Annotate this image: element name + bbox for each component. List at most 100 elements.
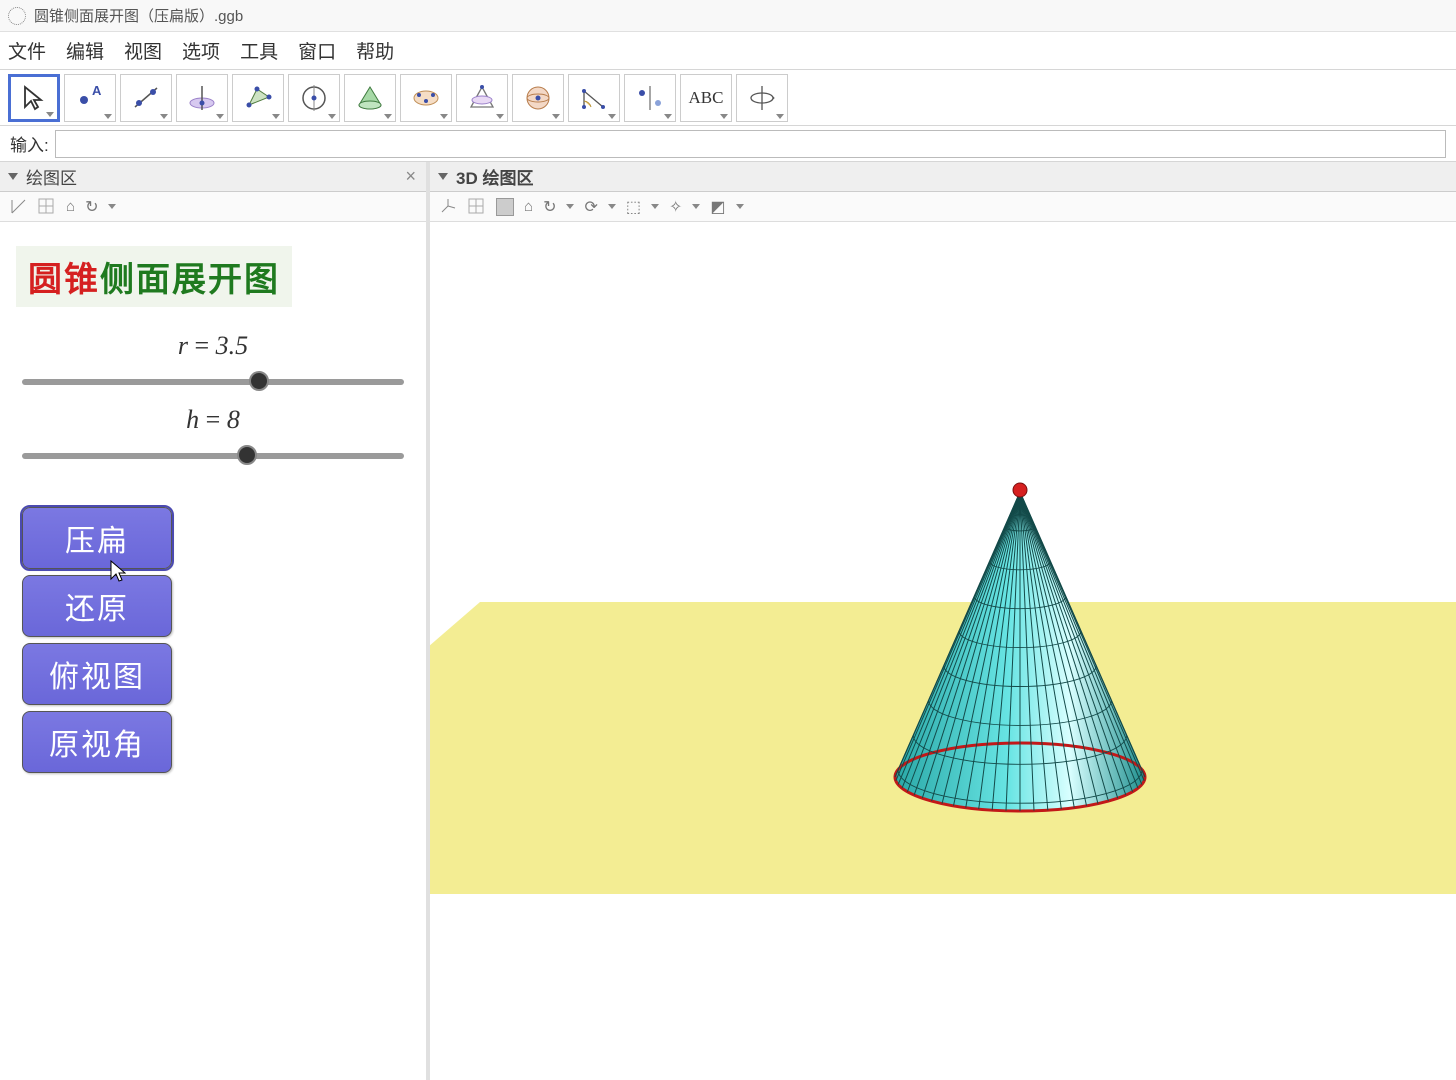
plane-icon[interactable]	[496, 198, 514, 216]
sphere-icon	[523, 83, 553, 113]
panel-2d-header[interactable]: 绘图区 ×	[0, 162, 426, 192]
panel-3d: 3D 绘图区 ⌂ ↻ ⟳ ⬚ ✧ ◩	[430, 162, 1456, 1080]
text-icon: ABC	[689, 88, 724, 108]
slider-h: h = 8	[22, 405, 404, 467]
tool-angle[interactable]	[568, 74, 620, 122]
chevron-down-icon	[438, 173, 448, 180]
chevron-down-icon	[552, 114, 560, 119]
panel-3d-sub-toolbar: ⌂ ↻ ⟳ ⬚ ✧ ◩	[430, 192, 1456, 222]
tool-locus[interactable]	[400, 74, 452, 122]
slider-h-track[interactable]	[22, 443, 404, 467]
restore-button[interactable]: 还原	[22, 575, 172, 637]
intersect-icon	[467, 83, 497, 113]
tool-rotate3d[interactable]	[736, 74, 788, 122]
chevron-down-icon	[496, 114, 504, 119]
axes-icon[interactable]	[10, 198, 28, 216]
button-column: 压扁 还原 俯视图 原视角	[22, 507, 426, 773]
tool-bar: A ABC	[0, 70, 1456, 126]
tool-perpendicular[interactable]	[176, 74, 228, 122]
rotate3d-icon	[747, 83, 777, 113]
topview-button[interactable]: 俯视图	[22, 643, 172, 705]
undo-icon[interactable]: ↻	[85, 197, 98, 217]
panel-2d-title: 绘图区	[26, 164, 77, 189]
capture-icon[interactable]: ⬚	[626, 197, 641, 217]
chevron-down-icon	[692, 204, 700, 209]
tool-polygon[interactable]	[232, 74, 284, 122]
angle-icon	[579, 83, 609, 113]
slider-r-thumb[interactable]	[249, 371, 269, 391]
chevron-down-icon	[720, 114, 728, 119]
window-title: 圆锥侧面展开图（压扁版）.ggb	[34, 5, 243, 26]
tool-move[interactable]	[8, 74, 60, 122]
chevron-down-icon	[272, 114, 280, 119]
chevron-down-icon	[651, 204, 659, 209]
tool-point[interactable]: A	[64, 74, 116, 122]
chevron-down-icon	[384, 114, 392, 119]
menu-tools[interactable]: 工具	[240, 37, 278, 64]
reflect-icon	[635, 83, 665, 113]
chevron-down-icon	[328, 114, 336, 119]
chevron-down-icon	[608, 204, 616, 209]
home-icon[interactable]: ⌂	[524, 198, 533, 215]
panel-3d-title: 3D 绘图区	[456, 164, 533, 189]
panel-3d-view[interactable]	[430, 222, 1456, 1080]
slider-r-label: r = 3.5	[22, 331, 404, 361]
grid-icon[interactable]	[468, 198, 486, 216]
line-icon	[131, 83, 161, 113]
tool-text[interactable]: ABC	[680, 74, 732, 122]
workspace: 绘图区 × ⌂ ↻ 圆锥侧面展开图 r = 3.5	[0, 162, 1456, 1080]
projection-icon[interactable]: ◩	[710, 197, 725, 217]
menu-bar: 文件 编辑 视图 选项 工具 窗口 帮助	[0, 32, 1456, 70]
polygon-icon	[243, 83, 273, 113]
point-icon: A	[75, 83, 105, 113]
tool-intersect[interactable]	[456, 74, 508, 122]
chevron-down-icon	[108, 204, 116, 209]
menu-options[interactable]: 选项	[182, 37, 220, 64]
tool-sphere[interactable]	[512, 74, 564, 122]
title-part2: 侧面展开图	[100, 262, 280, 299]
title-part1: 圆锥	[28, 262, 100, 299]
svg-text:A: A	[92, 83, 102, 98]
undo-icon[interactable]: ↻	[543, 197, 556, 217]
tool-conic[interactable]	[344, 74, 396, 122]
axes3d-icon[interactable]	[440, 198, 458, 216]
menu-edit[interactable]: 编辑	[66, 37, 104, 64]
input-field[interactable]	[55, 130, 1446, 158]
slider-h-thumb[interactable]	[237, 445, 257, 465]
menu-help[interactable]: 帮助	[356, 37, 394, 64]
close-icon[interactable]: ×	[405, 166, 416, 187]
chevron-down-icon	[104, 114, 112, 119]
grid-icon[interactable]	[38, 198, 56, 216]
panel-3d-header[interactable]: 3D 绘图区	[430, 162, 1456, 192]
chevron-down-icon	[608, 114, 616, 119]
page-title: 圆锥侧面展开图	[16, 246, 292, 307]
locus-icon	[411, 83, 441, 113]
rotate-icon[interactable]: ⟳	[584, 197, 597, 217]
app-logo-icon	[8, 7, 26, 25]
chevron-down-icon	[8, 173, 18, 180]
input-label: 输入:	[10, 131, 49, 156]
slider-r: r = 3.5	[22, 331, 404, 393]
slider-h-label: h = 8	[22, 405, 404, 435]
panel-2d-sub-toolbar: ⌂ ↻	[0, 192, 426, 222]
title-bar: 圆锥侧面展开图（压扁版）.ggb	[0, 0, 1456, 32]
menu-window[interactable]: 窗口	[298, 37, 336, 64]
home-icon[interactable]: ⌂	[66, 198, 75, 215]
chevron-down-icon	[776, 114, 784, 119]
menu-view[interactable]: 视图	[124, 37, 162, 64]
flatten-button[interactable]: 压扁	[22, 507, 172, 569]
circle-icon	[299, 83, 329, 113]
tool-reflect[interactable]	[624, 74, 676, 122]
chevron-down-icon	[736, 204, 744, 209]
tool-circle[interactable]	[288, 74, 340, 122]
chevron-down-icon	[440, 114, 448, 119]
panel-2d-body: 圆锥侧面展开图 r = 3.5 h = 8	[0, 222, 426, 1080]
perpendicular-icon	[187, 83, 217, 113]
tool-line[interactable]	[120, 74, 172, 122]
chevron-down-icon	[216, 114, 224, 119]
clip-icon[interactable]: ✧	[669, 197, 682, 217]
chevron-down-icon	[566, 204, 574, 209]
slider-r-track[interactable]	[22, 369, 404, 393]
menu-file[interactable]: 文件	[8, 37, 46, 64]
resetview-button[interactable]: 原视角	[22, 711, 172, 773]
